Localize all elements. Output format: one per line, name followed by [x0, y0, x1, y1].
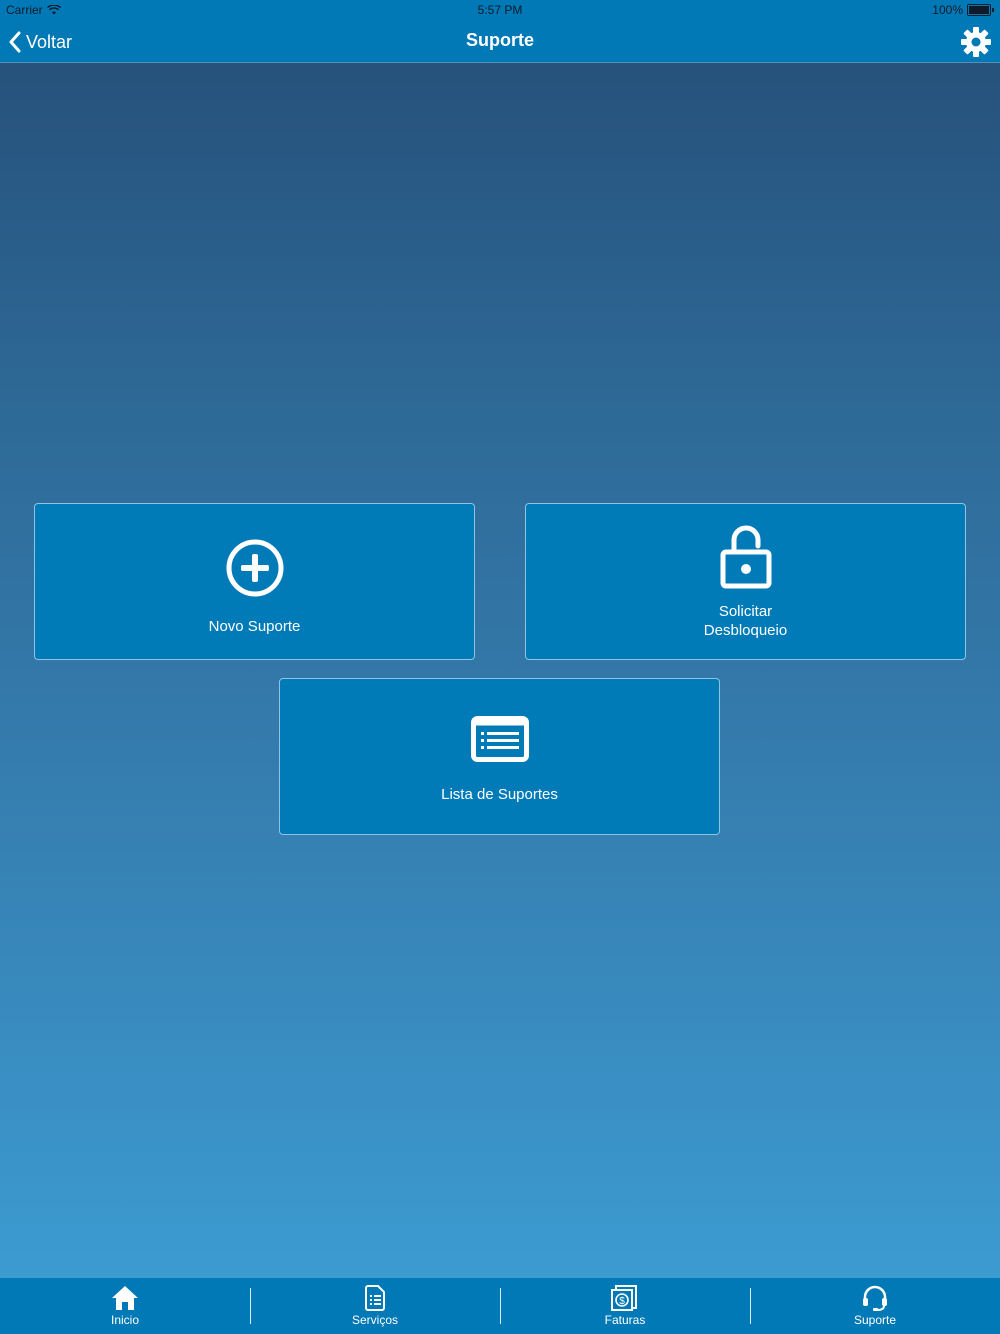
- headset-icon: [863, 1285, 887, 1311]
- tab-suporte-label: Suporte: [853, 1313, 897, 1327]
- solicitar-label-line2: Desbloqueio: [703, 622, 788, 639]
- novo-suporte-label: Novo Suporte: [208, 618, 301, 635]
- plus-circle-icon: [226, 539, 283, 597]
- tab-suporte[interactable]: Suporte: [750, 1278, 1000, 1334]
- tab-faturas[interactable]: $ Faturas: [500, 1278, 750, 1334]
- back-label: Voltar: [26, 31, 73, 52]
- settings-button[interactable]: [960, 26, 992, 58]
- gear-icon: [961, 27, 991, 57]
- chevron-left-icon: [9, 31, 21, 53]
- solicitar-label-line1: Solicitar: [718, 603, 773, 620]
- tab-bar: Inicio Serviços $ Faturas Suporte: [0, 1278, 1000, 1334]
- battery-percent: 100%: [932, 3, 963, 17]
- page-title: Suporte: [465, 30, 534, 50]
- invoice-icon: $: [611, 1285, 637, 1311]
- battery-icon: [967, 4, 991, 16]
- status-battery: 100%: [932, 3, 994, 17]
- document-icon: [365, 1285, 385, 1311]
- list-icon: [470, 716, 529, 762]
- back-button[interactable]: Voltar: [8, 28, 72, 56]
- solicitar-desbloqueio-label: Solicitar Desbloqueio: [704, 602, 787, 640]
- home-icon: [112, 1286, 138, 1310]
- status-time: 5:57 PM: [477, 3, 523, 17]
- navigation-bar: Carrier 5:57 PM 100% Voltar Suporte: [0, 0, 1000, 63]
- tab-faturas-label: Faturas: [604, 1313, 646, 1327]
- unlock-icon: [720, 525, 771, 589]
- svg-text:$: $: [619, 1296, 625, 1307]
- solicitar-desbloqueio-tile[interactable]: Solicitar Desbloqueio: [525, 503, 966, 660]
- lista-suportes-label: Lista de Suportes: [441, 786, 558, 803]
- tab-servicos-label: Serviços: [351, 1313, 398, 1327]
- tab-inicio-label: Inicio: [110, 1313, 139, 1327]
- tab-inicio[interactable]: Inicio: [0, 1278, 250, 1334]
- novo-suporte-tile[interactable]: Novo Suporte: [34, 503, 475, 660]
- tab-servicos[interactable]: Serviços: [250, 1278, 500, 1334]
- lista-suportes-tile[interactable]: Lista de Suportes: [279, 678, 720, 835]
